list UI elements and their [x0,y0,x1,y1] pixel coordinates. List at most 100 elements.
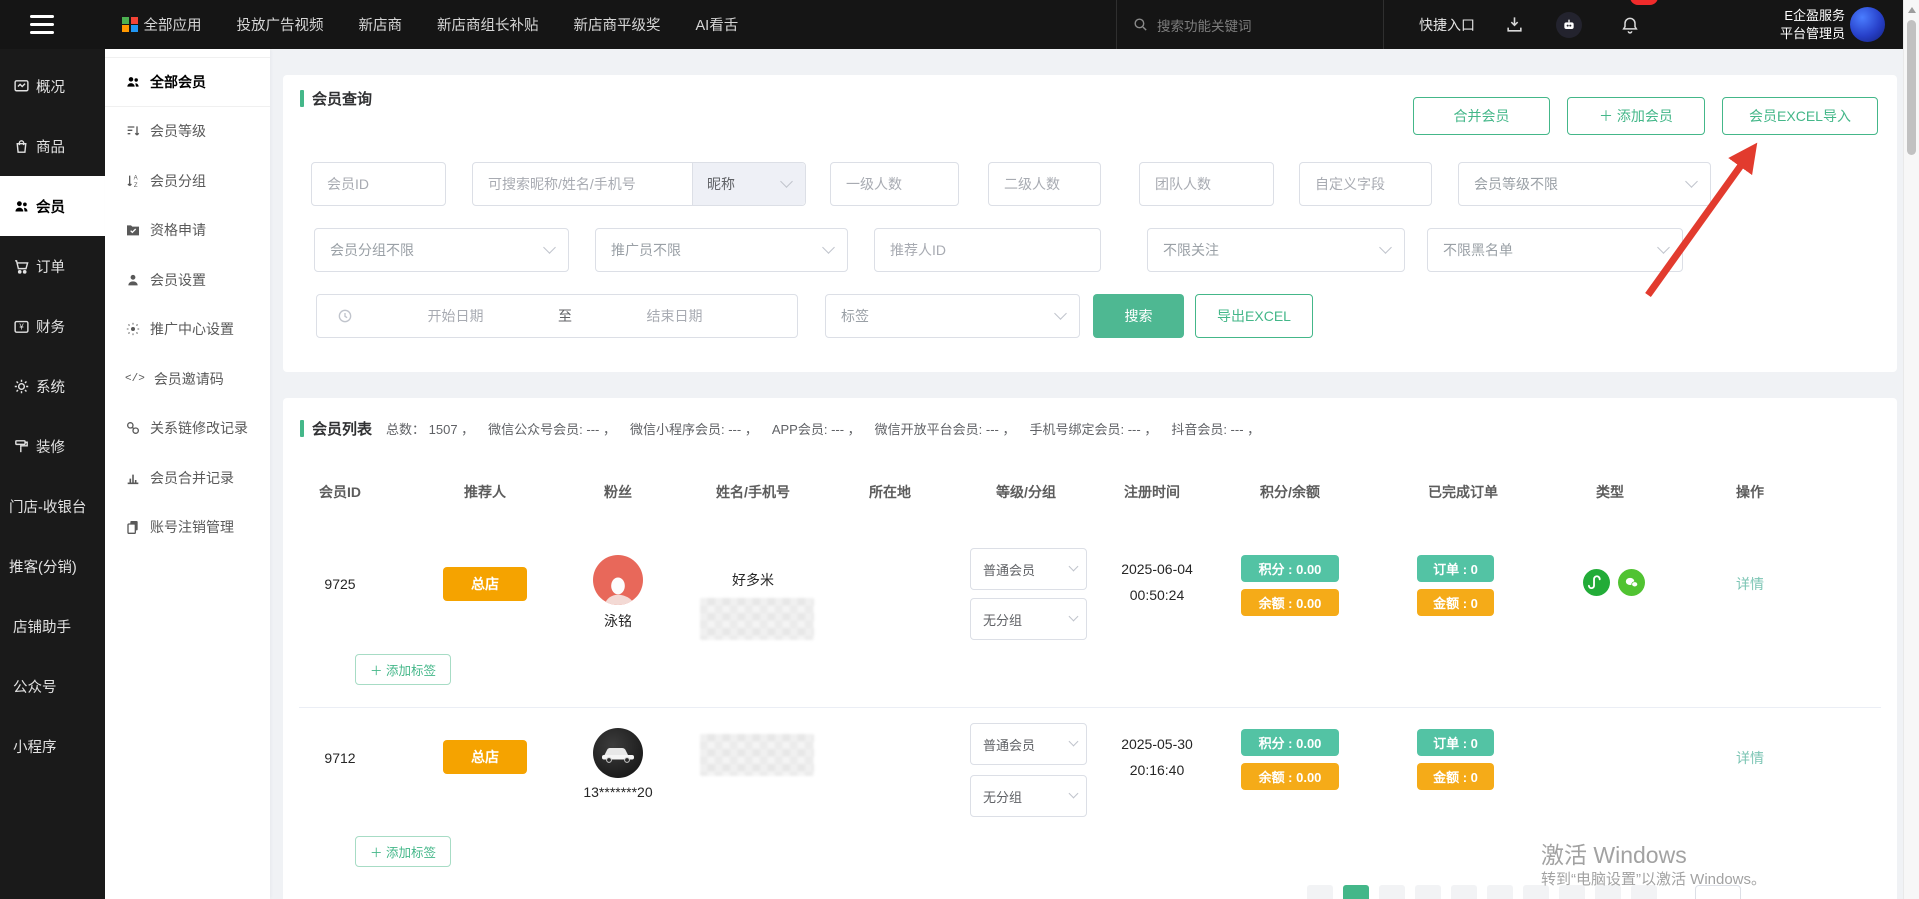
detail-link[interactable]: 详情 [1736,574,1764,594]
search-type-select[interactable]: 昵称 [692,163,805,205]
member-level-select[interactable]: 会员等级不限 [1458,162,1711,206]
query-section-title: 会员查询 [300,88,372,109]
submenu-item-qualification[interactable]: 资格申请 [105,206,270,256]
member-avatar[interactable] [593,555,643,605]
custom-field-input[interactable]: 自定义字段 [1299,162,1432,206]
pagination-page[interactable] [1487,885,1513,899]
chevron-down-icon [1069,789,1079,799]
submenu-item-promotion-settings[interactable]: 推广中心设置 [105,305,270,355]
start-date-field[interactable]: 开始日期 [353,306,558,326]
download-icon [1505,15,1524,34]
level1-count-input[interactable]: 一级人数 [830,162,959,206]
menu-item-new-shop[interactable]: 新店商 [359,14,403,35]
col-referrer: 推荐人 [464,482,506,502]
add-tag-button[interactable]: ＋ 添加标签 [355,836,451,867]
tag-select[interactable]: 标签 [825,294,1080,338]
level2-count-input[interactable]: 二级人数 [988,162,1101,206]
member-query-card: 会员查询 合并会员 ＋ 添加会员 会员EXCEL导入 会员ID 可搜索昵称/姓名… [283,75,1897,372]
scrollbar-thumb[interactable] [1907,20,1916,155]
sidebar-item-shop-assistant[interactable]: 店铺助手 [0,596,105,656]
download-button[interactable] [1505,0,1524,49]
search-button[interactable]: 搜索 [1093,294,1184,338]
member-name: 好多米 [732,570,774,590]
pagination-page[interactable] [1451,885,1477,899]
menu-item-ai-tongue[interactable]: AI看舌 [696,14,739,35]
list-stats-row: 会员列表 总数： 1507 ， 微信公众号会员: --- ， 微信小程序会员: … [300,418,1260,439]
col-orders: 已完成订单 [1428,482,1498,502]
end-date-field[interactable]: 结束日期 [572,306,777,326]
assistant-bot-button[interactable] [1556,0,1582,49]
detail-link[interactable]: 详情 [1736,748,1764,768]
row-group-select[interactable]: 无分组 [970,775,1087,817]
submenu-item-member-settings[interactable]: 会员设置 [105,255,270,305]
chevron-down-icon [1054,307,1067,320]
account-info[interactable]: E企盈服务 平台管理员 [1735,7,1845,43]
sidebar-item-distribution[interactable]: 推客(分销) [0,536,105,596]
referrer-badge[interactable]: 总店 [443,567,527,601]
scrollbar-up-arrow[interactable] [1908,7,1916,13]
pagination-page[interactable] [1307,885,1333,899]
hamburger-menu-icon[interactable] [30,15,54,34]
sidebar-item-members[interactable]: 会员 [0,176,105,236]
promoter-select[interactable]: 推广员不限 [595,228,848,272]
chevron-down-icon [543,241,556,254]
sidebar-item-decoration[interactable]: 装修 [0,416,105,476]
row-group-select[interactable]: 无分组 [970,598,1087,640]
referrer-badge[interactable]: 总店 [443,740,527,774]
cart-icon [13,258,30,275]
submenu-item-account-deletion[interactable]: 账号注销管理 [105,503,270,553]
member-id-input[interactable]: 会员ID [311,162,446,206]
add-tag-button[interactable]: ＋ 添加标签 [355,654,451,685]
pagination-page-active[interactable] [1343,885,1369,899]
sidebar-item-orders[interactable]: 订单 [0,236,105,296]
pagination-page[interactable] [1415,885,1441,899]
sidebar-item-pos[interactable]: 门店-收银台 [0,476,105,536]
member-avatar[interactable] [593,728,643,778]
menu-item-ad-video[interactable]: 投放广告视频 [237,14,324,35]
menu-item-all-apps[interactable]: 全部应用 [122,14,202,35]
quick-entry-link[interactable]: 快捷入口 [1419,0,1475,49]
add-member-button[interactable]: ＋ 添加会员 [1567,97,1705,135]
sidebar-item-finance[interactable]: ¥ 财务 [0,296,105,356]
keyword-search-input[interactable]: 可搜索昵称/姓名/手机号 [473,163,692,205]
menu-item-group-subsidy[interactable]: 新店商组长补贴 [437,14,539,35]
windows-activation-watermark-sub: 转到“电脑设置”以激活 Windows。 [1541,868,1766,889]
user-avatar[interactable] [1850,7,1885,42]
excel-import-button[interactable]: 会员EXCEL导入 [1722,97,1878,135]
submenu-item-member-groups[interactable]: AZ 会员分组 [105,156,270,206]
date-range-picker[interactable]: 开始日期 至 结束日期 [316,294,798,338]
gear-icon [125,321,141,337]
masked-name-block [700,734,814,776]
sidebar-item-mini-program[interactable]: 小程序 [0,716,105,776]
team-count-input[interactable]: 团队人数 [1139,162,1274,206]
menu-item-level-award[interactable]: 新店商平级奖 [574,14,661,35]
sidebar-item-system[interactable]: 系统 [0,356,105,416]
blacklist-filter-select[interactable]: 不限黑名单 [1427,228,1683,272]
sidebar-item-official-account[interactable]: 公众号 [0,656,105,716]
gear-icon [13,378,30,395]
date-range-separator: 至 [558,306,572,326]
submenu-item-relation-chain-log[interactable]: 关系链修改记录 [105,404,270,454]
submenu-item-invite-code[interactable]: </> 会员邀请码 [105,354,270,404]
col-name-phone: 姓名/手机号 [716,482,790,502]
sidebar-item-products[interactable]: 商品 [0,116,105,176]
export-excel-button[interactable]: 导出EXCEL [1195,294,1313,338]
sidebar-item-overview[interactable]: 概况 [0,56,105,116]
merge-members-button[interactable]: 合并会员 [1413,97,1550,135]
referrer-id-input[interactable]: 推荐人ID [874,228,1101,272]
scrollbar[interactable] [1903,0,1919,899]
pagination-page[interactable] [1379,885,1405,899]
orders-badge: 订单 : 0 [1417,555,1494,582]
section-accent-bar [300,90,304,107]
member-group-select[interactable]: 会员分组不限 [314,228,569,272]
row-level-select[interactable]: 普通会员 [970,723,1087,765]
stat-wechat-official: 微信公众号会员: --- ， [488,419,616,438]
robot-icon [1556,12,1582,38]
submenu-item-member-levels[interactable]: 会员等级 [105,107,270,157]
search-bar[interactable]: 搜索功能关键词 [1132,0,1252,49]
submenu-item-merge-log[interactable]: 会员合并记录 [105,453,270,503]
sort-levels-icon [125,123,141,139]
row-level-select[interactable]: 普通会员 [970,548,1087,590]
follow-filter-select[interactable]: 不限关注 [1147,228,1405,272]
submenu-item-all-members[interactable]: 全部会员 [105,57,270,107]
